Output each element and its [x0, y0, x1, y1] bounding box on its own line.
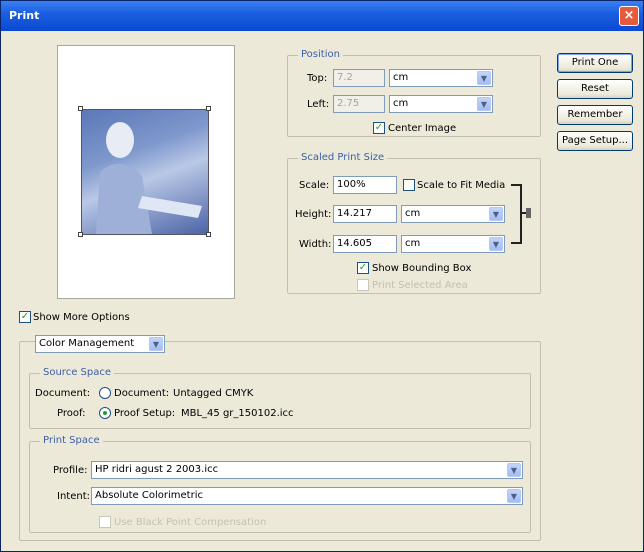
width-unit-select[interactable]: cm ▼ — [401, 235, 505, 253]
width-label: Width: — [299, 239, 332, 250]
resize-handle-bottom-left[interactable] — [78, 232, 83, 237]
proof-label: Proof: — [57, 408, 86, 419]
close-button[interactable]: × — [619, 6, 639, 26]
preview-image[interactable] — [81, 109, 209, 235]
left-label: Left: — [307, 99, 330, 110]
intent-value: Absolute Colorimetric — [95, 490, 203, 501]
document-label: Document: — [35, 388, 91, 399]
proof-option-label: Proof Setup: — [114, 408, 176, 419]
position-group-title: Position — [298, 49, 343, 60]
source-space-group: Source Space — [29, 367, 531, 429]
chevron-down-icon[interactable]: ▼ — [507, 489, 521, 503]
profile-select[interactable]: HP ridri agust 2 2003.icc ▼ — [91, 461, 523, 479]
scale-input[interactable]: 100% — [333, 176, 397, 194]
document-profile-value: Untagged CMYK — [173, 388, 254, 399]
left-input[interactable]: 2.75 — [333, 95, 385, 113]
height-unit-select[interactable]: cm ▼ — [401, 205, 505, 223]
scale-label: Scale: — [299, 180, 330, 191]
show-more-options-label: Show More Options — [33, 312, 130, 323]
center-image-label: Center Image — [388, 123, 457, 134]
resize-handle-top-right[interactable] — [206, 106, 211, 111]
options-section-select[interactable]: Color Management ▼ — [35, 335, 165, 353]
proof-profile-value: MBL_45 gr_150102.icc — [181, 408, 294, 419]
black-point-compensation-label: Use Black Point Compensation — [114, 517, 267, 528]
document-radio[interactable] — [99, 387, 111, 399]
print-selected-area-checkbox[interactable] — [357, 279, 369, 291]
document-option-label: Document: — [114, 388, 170, 399]
show-more-options-checkbox[interactable]: ✓ — [19, 311, 31, 323]
print-dialog: Print × Position Top: 7.2 cm ▼ Left: 2.7… — [0, 0, 644, 552]
remember-button[interactable]: Remember — [557, 105, 633, 125]
chevron-down-icon[interactable]: ▼ — [149, 337, 163, 351]
scaled-print-size-title: Scaled Print Size — [298, 152, 388, 163]
height-input[interactable]: 14.217 — [333, 205, 397, 223]
title-bar[interactable]: Print × — [1, 1, 643, 31]
scale-to-fit-label: Scale to Fit Media — [417, 180, 506, 191]
left-unit-select[interactable]: cm ▼ — [389, 95, 493, 113]
page-setup-button[interactable]: Page Setup... — [557, 131, 633, 151]
print-one-button[interactable]: Print One — [557, 53, 633, 73]
scale-to-fit-checkbox[interactable] — [403, 179, 415, 191]
resize-handle-bottom-right[interactable] — [206, 232, 211, 237]
print-selected-area-label: Print Selected Area — [372, 280, 468, 291]
height-label: Height: — [295, 209, 332, 220]
preview-photo-icon — [96, 122, 202, 234]
width-unit-value: cm — [405, 238, 421, 249]
left-unit-value: cm — [393, 98, 409, 109]
chevron-down-icon[interactable]: ▼ — [477, 71, 491, 85]
width-input[interactable]: 14.605 — [333, 235, 397, 253]
options-section-value: Color Management — [39, 338, 135, 349]
top-label: Top: — [307, 73, 328, 84]
chevron-down-icon[interactable]: ▼ — [489, 207, 503, 221]
proof-setup-radio[interactable] — [99, 407, 111, 419]
center-image-checkbox[interactable]: ✓ — [373, 122, 385, 134]
chevron-down-icon[interactable]: ▼ — [489, 237, 503, 251]
source-space-title: Source Space — [40, 367, 114, 378]
show-bounding-box-checkbox[interactable]: ✓ — [357, 262, 369, 274]
reset-button[interactable]: Reset — [557, 79, 633, 99]
top-input[interactable]: 7.2 — [333, 69, 385, 87]
black-point-compensation-checkbox[interactable] — [99, 516, 111, 528]
chevron-down-icon[interactable]: ▼ — [477, 97, 491, 111]
profile-value: HP ridri agust 2 2003.icc — [95, 464, 219, 475]
top-unit-select[interactable]: cm ▼ — [389, 69, 493, 87]
window-title: Print — [9, 9, 40, 22]
show-bounding-box-label: Show Bounding Box — [372, 263, 472, 274]
chevron-down-icon[interactable]: ▼ — [507, 463, 521, 477]
profile-label: Profile: — [53, 465, 88, 476]
chain-link-icon[interactable] — [509, 183, 533, 245]
print-space-title: Print Space — [40, 435, 103, 446]
intent-select[interactable]: Absolute Colorimetric ▼ — [91, 487, 523, 505]
intent-label: Intent: — [57, 491, 90, 502]
resize-handle-top-left[interactable] — [78, 106, 83, 111]
height-unit-value: cm — [405, 208, 421, 219]
top-unit-value: cm — [393, 72, 409, 83]
